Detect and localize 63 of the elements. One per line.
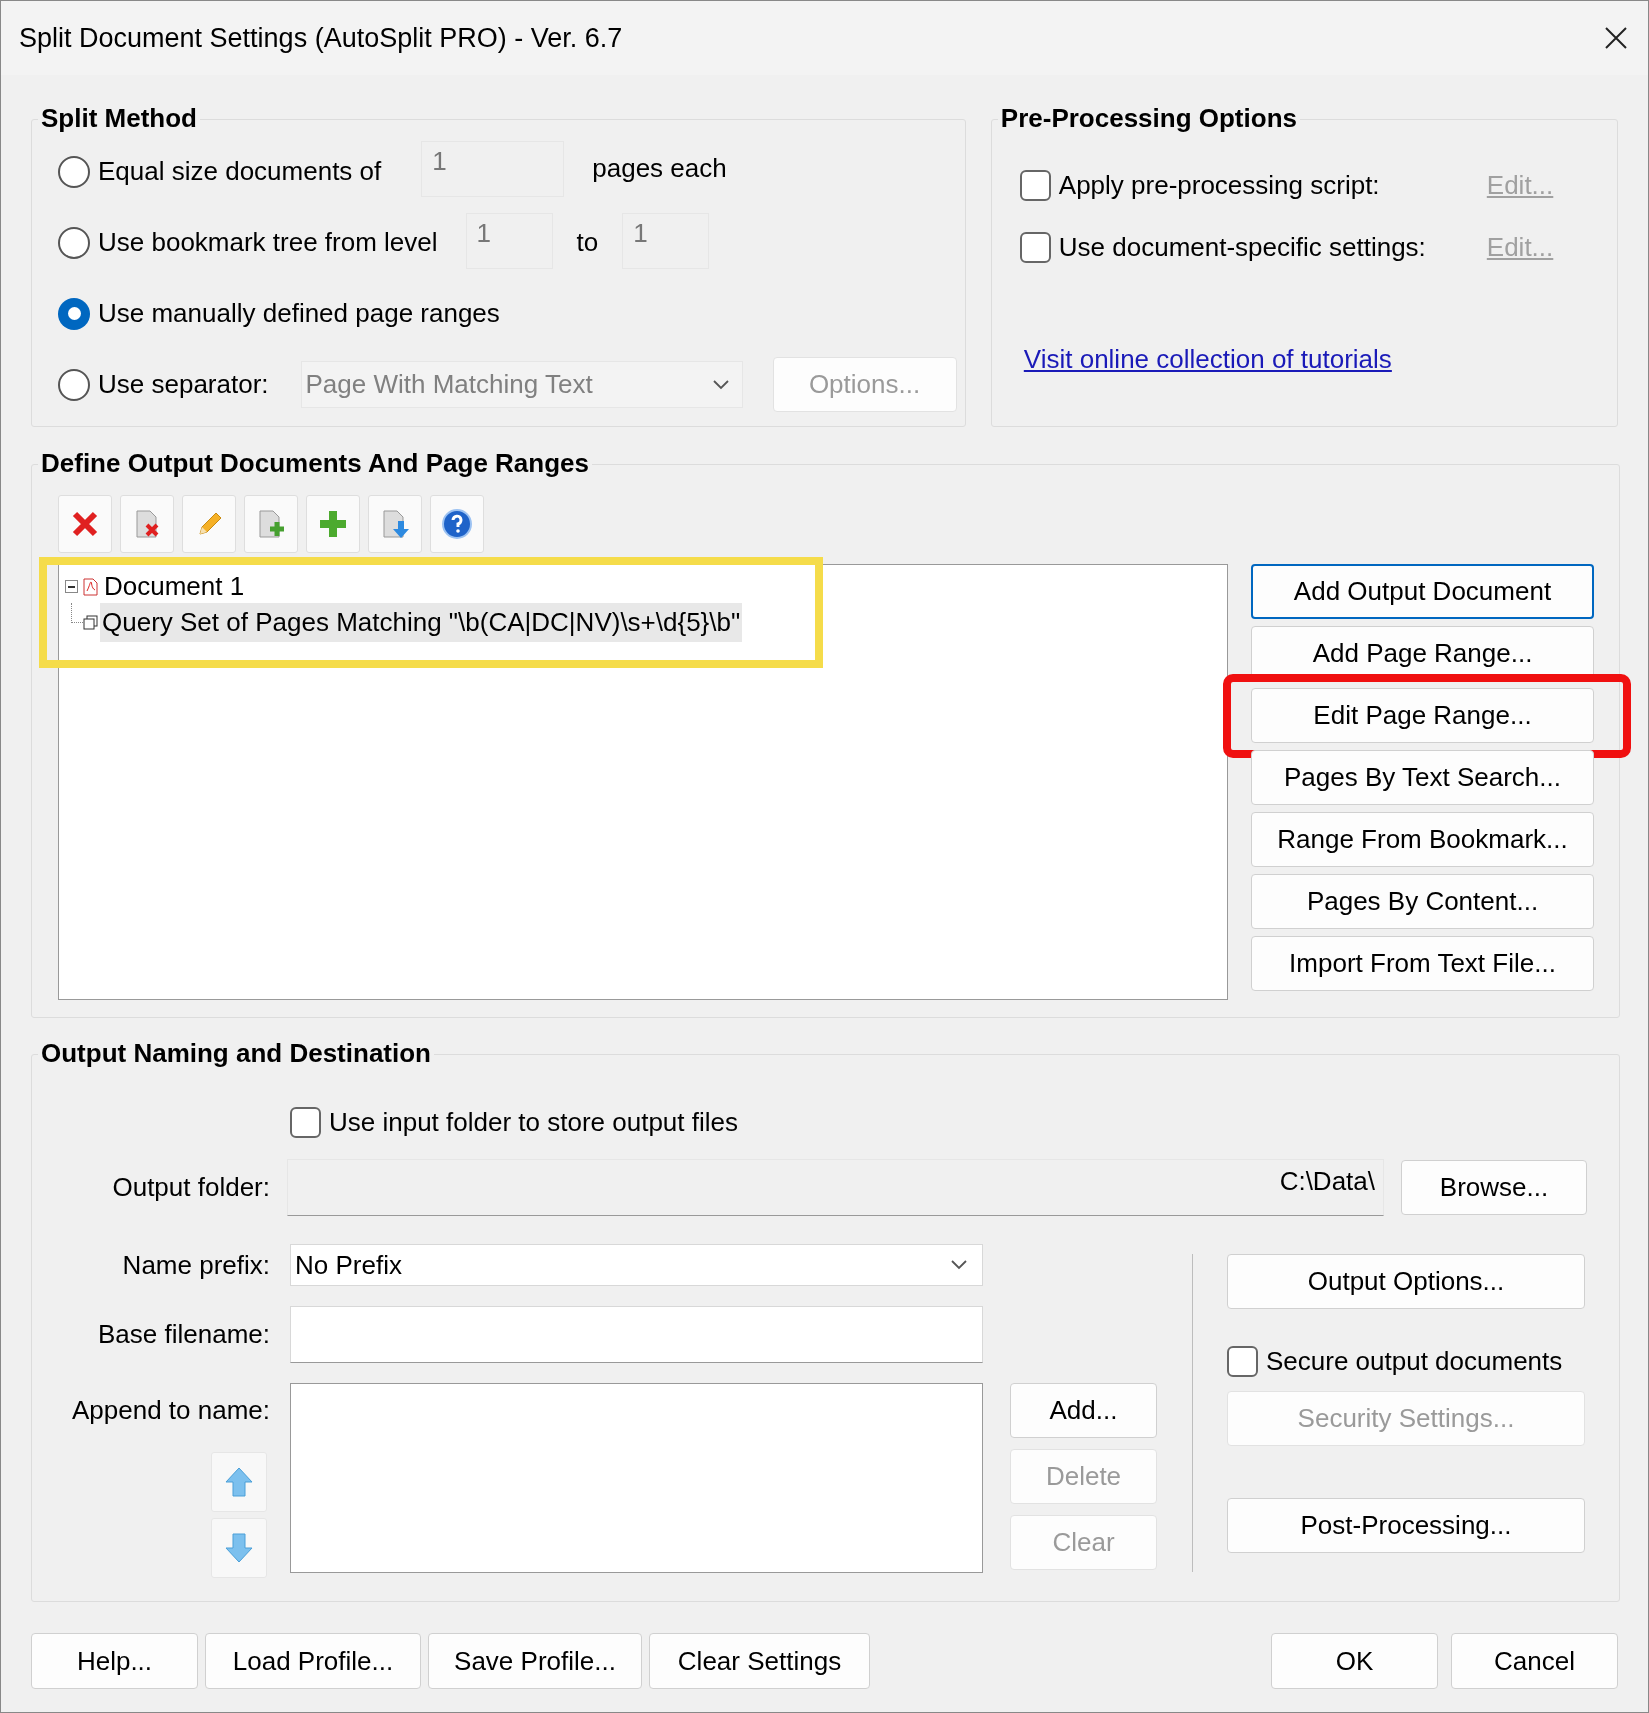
close-icon[interactable] [1604, 26, 1628, 50]
action-button[interactable]: Range From Bookmark... [1251, 812, 1594, 867]
toolbar-button[interactable] [120, 495, 174, 553]
footer-button[interactable]: Load Profile... [205, 1633, 421, 1689]
checkbox-label: Use document-specific settings: [1058, 230, 1427, 264]
action-button[interactable]: Edit Page Range... [1251, 688, 1594, 743]
window-title: Split Document Settings (AutoSplit PRO) - Ver. 6.7 [19, 21, 623, 55]
footer-button[interactable]: OK [1271, 1633, 1438, 1689]
checkbox-label: Secure output documents [1266, 1344, 1563, 1378]
action-button[interactable]: Import From Text File... [1251, 936, 1594, 991]
pdf-file-icon [82, 577, 98, 596]
toolbar-button[interactable] [368, 495, 422, 553]
radio-button[interactable] [58, 155, 90, 188]
radio-label: Use manually defined page ranges [98, 297, 500, 330]
toolbar-button[interactable] [58, 495, 112, 553]
radio-button[interactable] [58, 226, 90, 259]
name-prefix-dropdown[interactable]: No Prefix [290, 1244, 983, 1286]
chevron-down-icon [950, 1259, 968, 1271]
radio-label: Use separator: [98, 368, 269, 401]
toolbar-button[interactable] [244, 495, 298, 553]
list-button[interactable]: Add... [1010, 1383, 1157, 1438]
field-label: Output folder: [111, 1171, 270, 1204]
arrow-down-icon [225, 1532, 253, 1564]
post-processing-button[interactable]: Post-Processing... [1227, 1498, 1585, 1553]
footer-button[interactable]: Save Profile... [428, 1633, 642, 1689]
input-field[interactable]: 1 [622, 212, 710, 269]
footer-button[interactable]: Cancel [1451, 1633, 1618, 1689]
footer-button[interactable]: Help... [31, 1633, 198, 1689]
checkbox[interactable] [1227, 1345, 1258, 1377]
chevron-down-icon [711, 378, 730, 391]
radio-label: Use bookmark tree from level [98, 226, 438, 259]
toolbar-button[interactable] [306, 495, 360, 553]
footer-button[interactable]: Clear Settings [649, 1633, 870, 1689]
action-button[interactable]: Add Output Document [1251, 564, 1594, 619]
plus-icon [317, 508, 349, 540]
checkbox-label: Use input folder to store output files [329, 1105, 738, 1139]
checkbox[interactable] [1019, 231, 1051, 263]
help-icon [441, 508, 473, 540]
tree-item[interactable]: Query Set of Pages Matching "\b(CA|DC|NV)\s+\d{5}\b" [100, 602, 743, 642]
input-field[interactable]: 1 [421, 140, 565, 197]
tutorials-link[interactable]: Visit online collection of tutorials [1023, 340, 1392, 379]
radio-button[interactable] [58, 297, 90, 330]
collapse-toggle[interactable] [65, 580, 78, 593]
output-folder-field[interactable]: C:\Data\ [287, 1159, 1384, 1216]
radio-label: Equal size documents of [98, 155, 382, 188]
field-label: Append to name: [70, 1394, 270, 1427]
field-label: Name prefix: [121, 1248, 270, 1282]
to-label: to [576, 226, 599, 259]
pages-icon [83, 614, 98, 630]
action-button[interactable]: Pages By Text Search... [1251, 750, 1594, 805]
input-field[interactable]: 1 [465, 212, 553, 269]
checkbox-label: Apply pre-processing script: [1058, 168, 1381, 202]
browse-button[interactable]: Browse... [1401, 1160, 1587, 1215]
field-label: Base filename: [97, 1318, 270, 1351]
suffix-label: pages each [592, 152, 727, 185]
toolbar-button[interactable] [430, 495, 484, 553]
delete-icon [70, 509, 100, 539]
arrow-up-icon [225, 1466, 253, 1498]
output-options-button[interactable]: Output Options... [1227, 1254, 1585, 1309]
action-button[interactable]: Pages By Content... [1251, 874, 1594, 929]
checkbox[interactable] [290, 1106, 321, 1138]
base-filename-field[interactable] [290, 1306, 983, 1363]
checkbox[interactable] [1019, 169, 1051, 201]
